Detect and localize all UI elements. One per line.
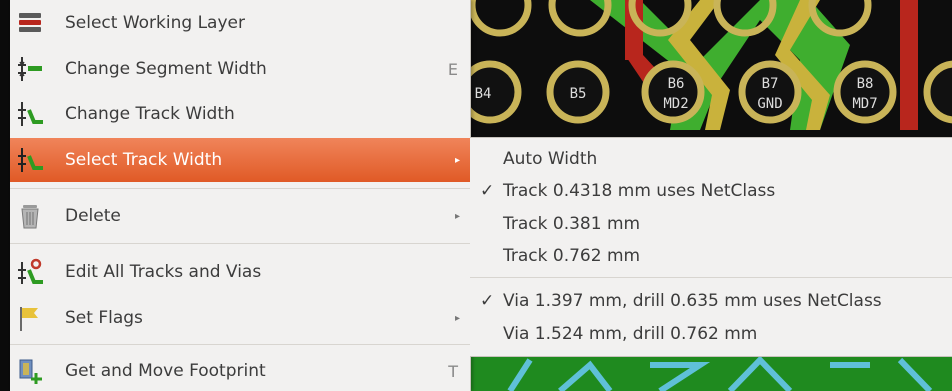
- pad-net-label: GND: [757, 96, 782, 112]
- menu-item-edit-all-tracks-and-vias[interactable]: Edit All Tracks and Vias: [10, 251, 470, 293]
- menu-item-select-working-layer[interactable]: Select Working Layer: [10, 3, 470, 43]
- menu-separator: [10, 344, 470, 345]
- menu-item-label: Delete: [65, 206, 121, 226]
- menu-item-label: Select Track Width: [65, 150, 223, 170]
- menu-item-delete[interactable]: Delete ▸: [10, 195, 470, 237]
- submenu-arrow-icon: ▸: [454, 312, 460, 324]
- submenu-separator: [470, 277, 952, 278]
- pad-label: B6: [668, 76, 685, 92]
- segment-width-icon: [18, 57, 42, 81]
- submenu-arrow-icon: ▸: [454, 154, 460, 166]
- submenu-item-label: Track 0.4318 mm uses NetClass: [503, 181, 776, 201]
- submenu-item-label: Track 0.381 mm: [503, 214, 641, 234]
- submenu-item-track-netclass[interactable]: ✓ Track 0.4318 mm uses NetClass: [470, 175, 952, 207]
- submenu-item-label: Via 1.397 mm, drill 0.635 mm uses NetCla…: [503, 291, 882, 311]
- trash-can-icon: [21, 205, 39, 229]
- pad-label: B8: [857, 76, 874, 92]
- menu-item-label: Edit All Tracks and Vias: [65, 262, 262, 282]
- pcb-pad[interactable]: B7 GND: [738, 60, 802, 124]
- submenu-item-label: Via 1.524 mm, drill 0.762 mm: [503, 324, 758, 344]
- track-width-submenu: Auto Width ✓ Track 0.4318 mm uses NetCla…: [470, 137, 952, 357]
- menu-item-change-track-width[interactable]: Change Track Width: [10, 94, 470, 134]
- menu-item-get-and-move-footprint[interactable]: Get and Move Footprint T: [10, 351, 470, 391]
- submenu-item-track-0381[interactable]: Track 0.381 mm: [470, 208, 952, 240]
- submenu-item-via-netclass[interactable]: ✓ Via 1.397 mm, drill 0.635 mm uses NetC…: [470, 285, 952, 317]
- submenu-item-auto-width[interactable]: Auto Width: [470, 143, 952, 175]
- menu-item-label: Select Working Layer: [65, 13, 245, 33]
- layers-stack-icon: [19, 13, 41, 32]
- submenu-arrow-icon: ▸: [454, 210, 460, 222]
- move-footprint-icon: [19, 359, 42, 384]
- pad-label: B7: [762, 76, 779, 92]
- check-icon: ✓: [480, 291, 495, 311]
- menu-item-set-flags[interactable]: Set Flags ▸: [10, 297, 470, 339]
- menu-separator: [10, 243, 470, 244]
- pad-net-label: MD7: [852, 96, 877, 112]
- pad-label: B4: [475, 86, 492, 102]
- canvas-left-edge: [0, 0, 10, 391]
- menu-item-change-segment-width[interactable]: Change Segment Width E: [10, 49, 470, 89]
- menu-item-label: Set Flags: [65, 308, 143, 328]
- pcb-pad[interactable]: B5: [546, 60, 610, 124]
- menu-separator: [10, 188, 470, 189]
- pcb-pad[interactable]: B6 MD2: [641, 60, 705, 124]
- submenu-item-label: Track 0.762 mm: [503, 246, 641, 266]
- edit-tracks-vias-icon: [18, 258, 43, 284]
- submenu-item-label: Auto Width: [503, 149, 598, 169]
- select-track-width-icon: [18, 148, 43, 172]
- pcb-pad[interactable]: B8 MD7: [833, 60, 897, 124]
- menu-item-shortcut: T: [448, 361, 458, 381]
- flag-icon: [20, 307, 38, 331]
- menu-item-label: Change Track Width: [65, 104, 235, 124]
- pad-label: B5: [570, 86, 587, 102]
- menu-item-shortcut: E: [447, 59, 458, 79]
- menu-item-select-track-width[interactable]: Select Track Width ▸: [10, 138, 470, 182]
- menu-item-label: Get and Move Footprint: [65, 361, 266, 381]
- submenu-item-track-0762[interactable]: Track 0.762 mm: [470, 240, 952, 272]
- pad-net-label: MD2: [663, 96, 688, 112]
- menu-item-label: Change Segment Width: [65, 59, 267, 79]
- context-menu: Select Working Layer Change Segment Widt…: [10, 0, 471, 391]
- track-width-icon: [18, 102, 43, 126]
- submenu-item-via-1524[interactable]: Via 1.524 mm, drill 0.762 mm: [470, 318, 952, 350]
- check-icon: ✓: [480, 181, 495, 201]
